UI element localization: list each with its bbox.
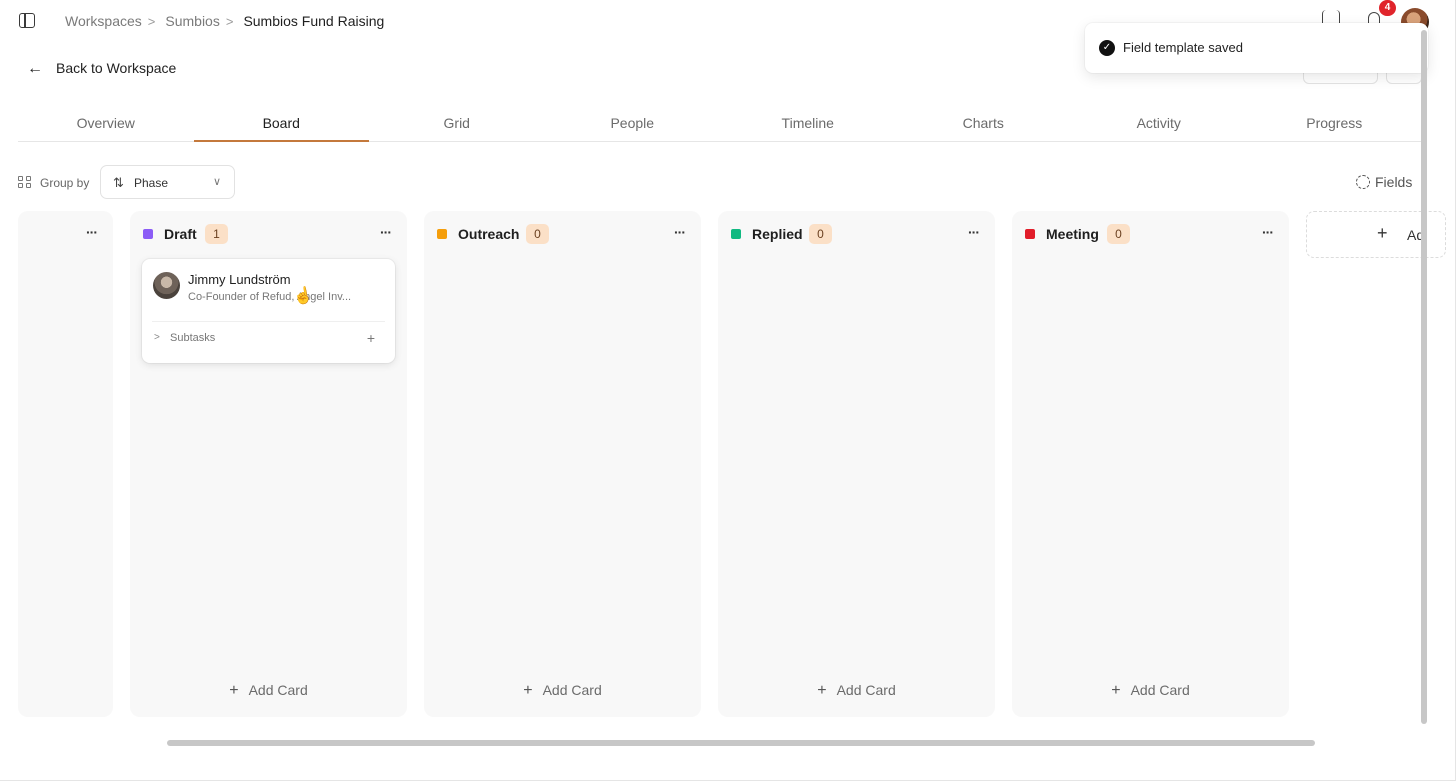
column-count-badge: 0 — [809, 224, 832, 244]
contact-avatar — [153, 272, 180, 299]
view-tabs: Overview Board Grid People Timeline Char… — [18, 105, 1422, 142]
plus-icon: + — [817, 682, 827, 699]
card-subtitle: Co-Founder of Refud, Angel Inv... — [188, 291, 352, 303]
tab-charts[interactable]: Charts — [896, 105, 1072, 141]
board-column-meeting: Meeting 0 ··· + Add Card — [1012, 211, 1289, 717]
plus-icon: + — [1111, 682, 1121, 699]
add-card-label: Add Card — [542, 682, 602, 698]
column-title: Meeting — [1046, 226, 1099, 242]
vertical-scrollbar[interactable] — [1421, 30, 1427, 724]
divider — [152, 321, 385, 322]
breadcrumb-current: Sumbios Fund Raising — [243, 13, 385, 29]
column-more-button[interactable]: ··· — [380, 224, 392, 240]
tab-activity[interactable]: Activity — [1071, 105, 1247, 141]
add-card-button[interactable]: + Add Card — [130, 682, 407, 700]
check-circle-icon: ✓ — [1099, 40, 1115, 56]
breadcrumb: Workspaces > Sumbios > Sumbios Fund Rais… — [65, 13, 384, 29]
plus-icon: + — [1377, 223, 1388, 243]
sort-icon: ⇅ — [113, 175, 124, 190]
group-by-select[interactable]: ⇅ Phase ∨ — [100, 165, 235, 199]
column-count-badge: 0 — [1107, 224, 1130, 244]
tab-board[interactable]: Board — [193, 105, 370, 142]
add-subtask-button[interactable]: + — [367, 330, 375, 346]
column-color-dot — [143, 229, 153, 239]
card-title: Jimmy Lundström — [188, 272, 291, 287]
chevron-right-icon[interactable]: > — [154, 332, 160, 343]
toast-notification: ✓ Field template saved — [1085, 23, 1428, 73]
app-window: Workspaces > Sumbios > Sumbios Fund Rais… — [0, 0, 1456, 781]
column-more-button[interactable]: ··· — [1262, 224, 1274, 240]
board-column-partial: ··· — [18, 211, 113, 717]
tab-timeline[interactable]: Timeline — [720, 105, 896, 141]
add-card-button[interactable]: + Add Card — [424, 682, 701, 700]
column-color-dot — [731, 229, 741, 239]
plus-icon: + — [523, 682, 533, 699]
back-to-workspace-link[interactable]: Back to Workspace — [56, 60, 176, 76]
column-color-dot — [437, 229, 447, 239]
column-count-badge: 0 — [526, 224, 549, 244]
chevron-right-icon: > — [147, 13, 156, 29]
group-by-value: Phase — [134, 176, 169, 190]
horizontal-scrollbar[interactable] — [167, 740, 1315, 746]
column-title: Outreach — [458, 226, 520, 242]
column-color-dot — [1025, 229, 1035, 239]
group-by-label: Group by — [40, 176, 90, 190]
board-card[interactable]: Jimmy Lundström Co-Founder of Refud, Ang… — [142, 259, 395, 363]
hand-cursor-icon: ☝ — [291, 286, 315, 307]
tab-grid[interactable]: Grid — [369, 105, 545, 141]
column-title: Draft — [164, 226, 197, 242]
column-more-button[interactable]: ··· — [968, 224, 980, 240]
toast-message: Field template saved — [1123, 40, 1243, 55]
column-more-button[interactable]: ··· — [86, 224, 98, 240]
add-card-button[interactable]: + Add Card — [718, 682, 995, 700]
breadcrumb-sumbios[interactable]: Sumbios — [165, 13, 219, 29]
gear-icon[interactable] — [1356, 175, 1370, 189]
arrow-left-icon[interactable]: ← — [27, 60, 43, 78]
fields-button[interactable]: Fields — [1375, 174, 1412, 190]
board-column-replied: Replied 0 ··· + Add Card — [718, 211, 995, 717]
board-column-outreach: Outreach 0 ··· + Add Card — [424, 211, 701, 717]
tab-overview[interactable]: Overview — [18, 105, 194, 141]
tab-people[interactable]: People — [545, 105, 721, 141]
add-card-label: Add Card — [248, 682, 308, 698]
add-card-button[interactable]: + Add Card — [1012, 682, 1289, 700]
column-title: Replied — [752, 226, 803, 242]
sidebar-toggle-icon[interactable] — [19, 13, 35, 28]
grid-icon — [18, 176, 32, 189]
column-more-button[interactable]: ··· — [674, 224, 686, 240]
subtasks-toggle[interactable]: Subtasks — [170, 332, 215, 344]
tab-progress[interactable]: Progress — [1247, 105, 1423, 141]
add-card-label: Add Card — [836, 682, 896, 698]
breadcrumb-workspaces[interactable]: Workspaces — [65, 13, 142, 29]
chevron-down-icon: ∨ — [212, 176, 221, 188]
chevron-right-icon: > — [225, 13, 234, 29]
add-card-label: Add Card — [1130, 682, 1190, 698]
column-count-badge: 1 — [205, 224, 228, 244]
plus-icon: + — [229, 682, 239, 699]
notification-badge: 4 — [1379, 0, 1396, 16]
